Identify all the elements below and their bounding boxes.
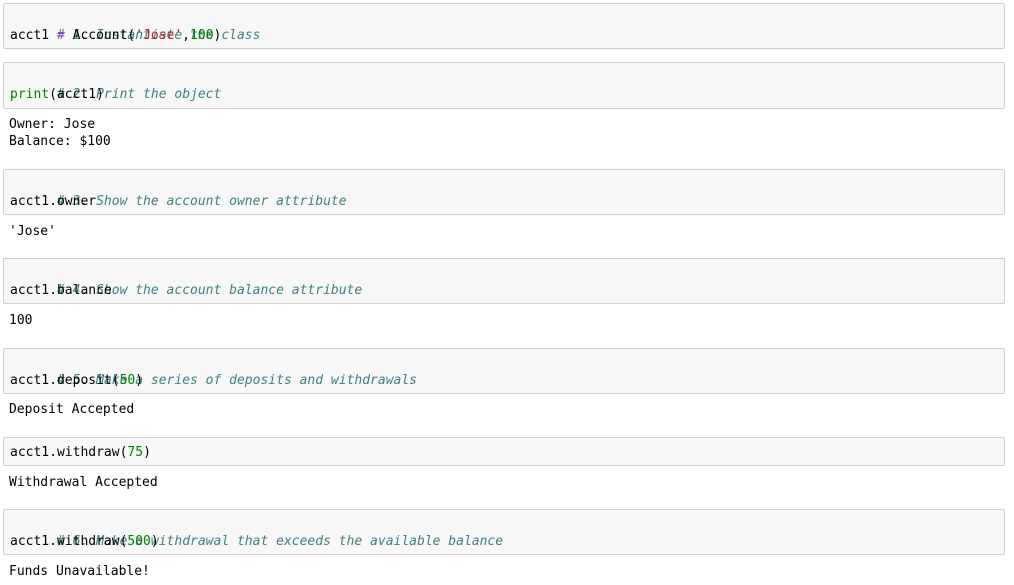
output-text: 100 [9,313,33,328]
number-argument: 100 [190,28,214,43]
method-call: acct1.deposit( [10,373,120,388]
code-line: acct1.withdraw(75) [10,444,151,461]
method-call: acct1.withdraw( [10,445,128,460]
code-line-comment: # 4. Show the account balance attribute [10,265,362,298]
comment-text: # 3. Show the account owner attribute [56,194,347,209]
code-cell-overdraw[interactable]: # 6. Make a withdrawal that exceeds the … [3,509,1005,555]
output-text: Balance: $100 [9,134,111,149]
code-line: acct1.balance [10,282,112,299]
closing-paren: ) [213,28,222,43]
closing-paren: ) [135,373,144,388]
number-argument: 50 [119,373,136,388]
number-argument: 500 [127,534,151,549]
code-line: acct1.owner [10,193,96,210]
code-line-comment: # 3. Show the account owner attribute [10,176,347,209]
output-text: Funds Unavailable! [9,564,150,579]
method-call: acct1.withdraw( [10,534,128,549]
notebook: # 1. Instantiate the class acct1 = Accou… [0,0,1014,585]
code-line: print(acct1) [10,86,104,103]
closing-paren: ) [150,534,159,549]
argument-separator: , [182,28,191,43]
variable-name: acct1 [10,28,50,43]
assignment-operator: = [56,28,65,43]
code-cell-instantiate[interactable]: # 1. Instantiate the class acct1 = Accou… [3,3,1005,49]
code-line-comment: # 5. Make a series of deposits and withd… [10,355,417,388]
closing-paren: ) [143,445,151,460]
code-line: acct1.deposit(50) [10,372,143,389]
code-cell-deposit[interactable]: # 5. Make a series of deposits and withd… [3,348,1005,394]
code-cell-print[interactable]: # 2. Print the object print(acct1) [3,62,1005,109]
code-line-comment: # 6. Make a withdrawal that exceeds the … [10,516,503,549]
code-line-comment: # 1. Instantiate the class [10,10,261,43]
attribute-access: acct1.balance [10,283,112,298]
output-text: Owner: Jose [9,117,96,132]
code-line: acct1.withdraw(500) [10,533,159,550]
attribute-access: acct1.owner [10,194,97,209]
output-text: 'Jose' [9,224,56,239]
number-argument: 75 [127,445,144,460]
string-argument: 'Jose' [135,28,183,43]
call-arguments: (acct1) [49,87,104,102]
output-text: Deposit Accepted [9,402,135,417]
code-cell-owner[interactable]: # 3. Show the account owner attribute ac… [3,169,1005,215]
output-text: Withdrawal Accepted [9,475,158,490]
class-call: Account( [72,28,136,43]
code-line: acct1 = Account('Jose',100) [10,27,221,44]
code-line-comment: # 2. Print the object [10,69,221,102]
code-cell-withdraw[interactable]: acct1.withdraw(75) [3,437,1005,466]
builtin-print: print [10,87,50,102]
code-cell-balance[interactable]: # 4. Show the account balance attribute … [3,258,1005,304]
